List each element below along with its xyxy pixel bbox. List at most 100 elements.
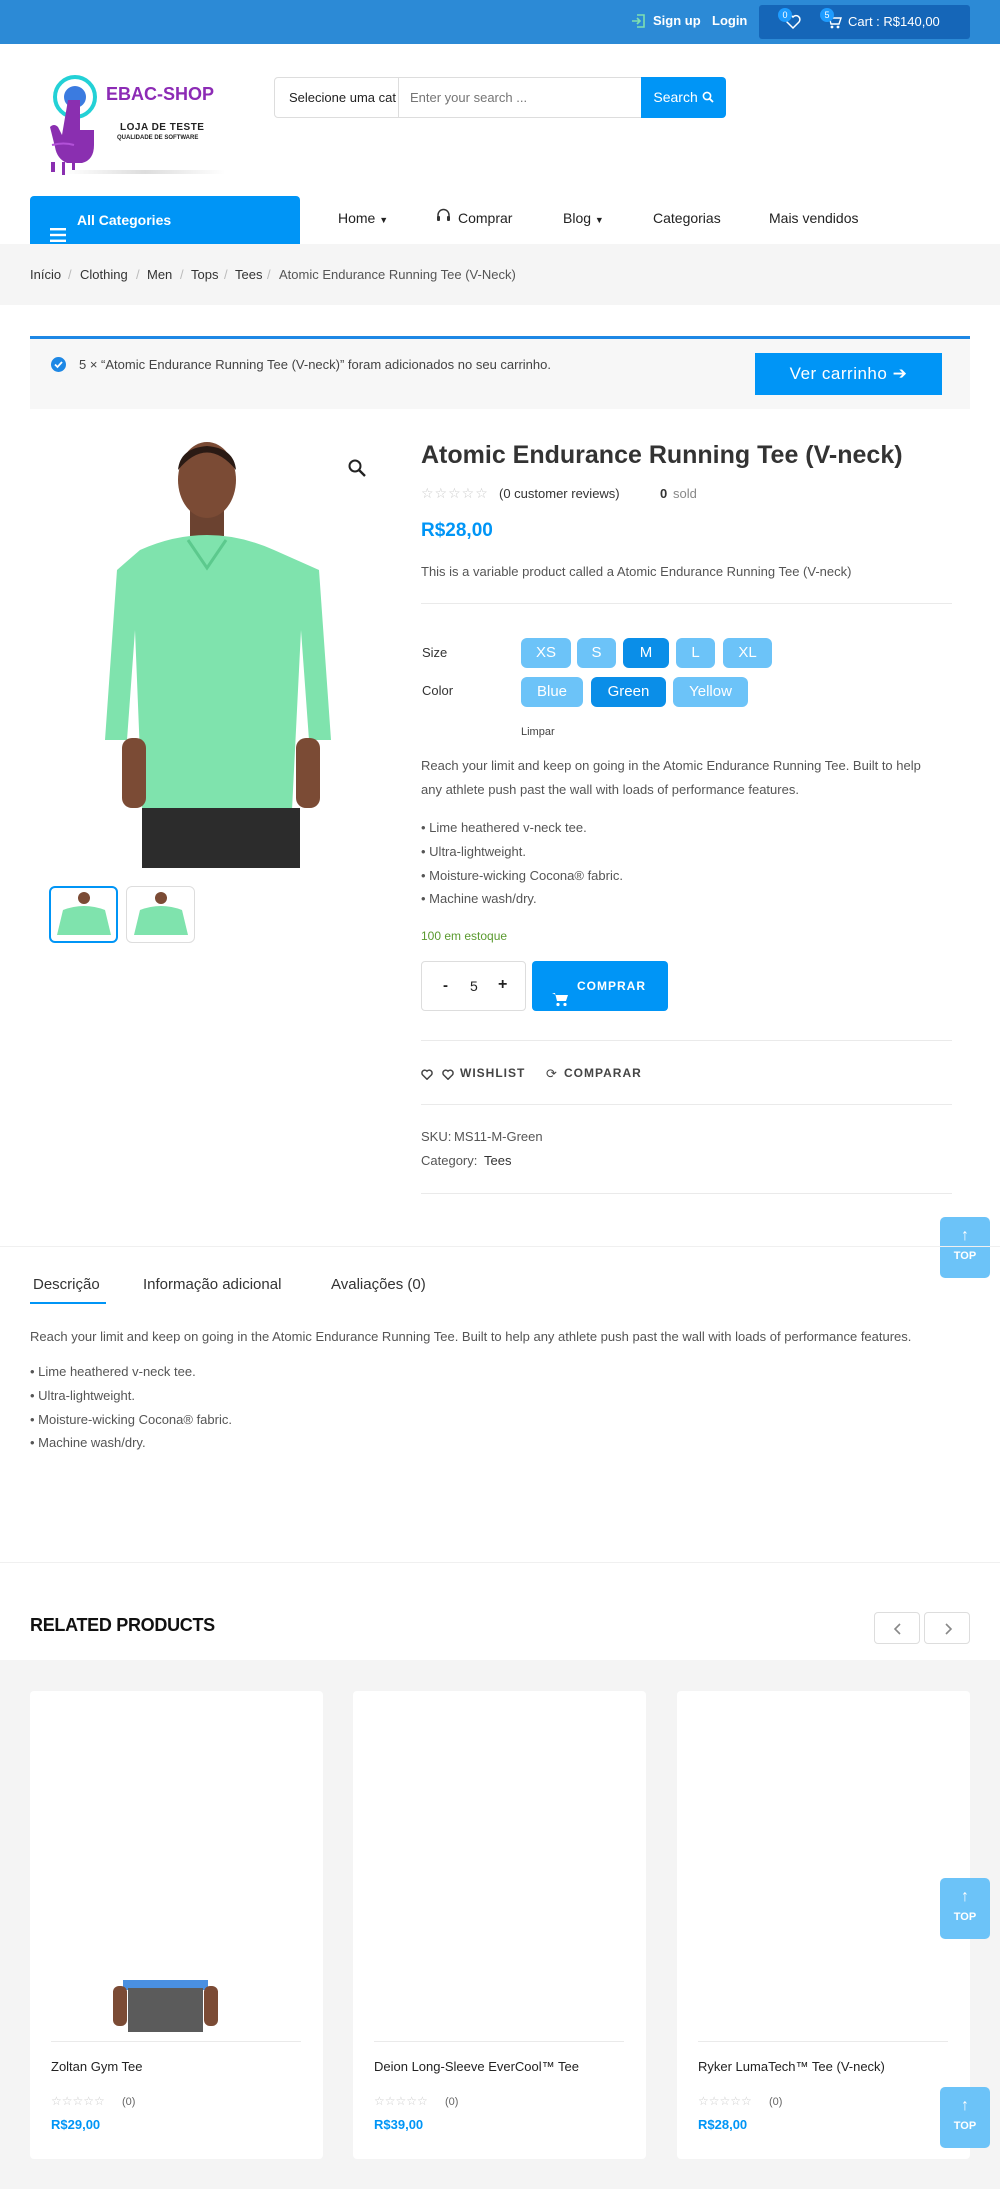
tab-description-text: Reach your limit and keep on going in th… [30,1329,912,1344]
feature-item: • Moisture-wicking Cocona® fabric. [421,868,623,883]
category-link[interactable]: Tees [484,1153,511,1168]
divider [374,2041,624,2042]
nav-blog[interactable]: Blog ▼ [563,210,604,226]
nav-home[interactable]: Home ▼ [338,210,388,226]
check-circle-icon [51,357,66,377]
breadcrumb-tees[interactable]: Tees [235,267,262,282]
product-card-image[interactable] [113,1980,218,2032]
sku-value: MS11-M-Green [454,1129,543,1144]
size-option-s[interactable]: S [577,638,616,668]
nav-categorias[interactable]: Categorias [653,210,721,226]
arrow-right-icon: ➔ [892,364,908,383]
size-option-m[interactable]: M [623,638,669,668]
tab-informacao-adicional[interactable]: Informação adicional [143,1276,281,1293]
view-cart-label: Ver carrinho [789,364,888,383]
size-option-xl[interactable]: XL [723,638,772,668]
caret-down-icon: ▼ [379,215,389,225]
nav-home-label: Home [338,210,376,226]
carousel-prev-button[interactable] [874,1612,920,1644]
quantity-stepper: - 5 + [421,961,526,1011]
product-card[interactable]: Zoltan Gym Tee ☆☆☆☆☆ (0) R$29,00 [30,1691,323,2159]
color-option-green[interactable]: Green [591,677,666,707]
color-option-yellow[interactable]: Yellow [673,677,748,707]
login-link[interactable]: Login [712,13,747,28]
sign-in-icon [631,13,647,34]
zoom-search-icon[interactable] [348,459,366,482]
search-button-label: Search [653,89,698,105]
breadcrumb-inicio[interactable]: Início [30,267,61,282]
quantity-value[interactable]: 5 [470,978,478,994]
quantity-minus-button[interactable]: - [443,977,448,994]
nav-blog-label: Blog [563,210,592,226]
divider [0,1562,1000,1563]
arrow-up-icon: ↑ [961,2097,969,2114]
add-to-cart-label: COMPRAR [577,979,646,993]
product-card-price: R$28,00 [698,2117,748,2132]
wishlist-button[interactable]: WISHLIST [460,1066,525,1080]
product-card-name[interactable]: Zoltan Gym Tee [51,2059,143,2074]
product-card-name[interactable]: Ryker LumaTech™ Tee (V-neck) [698,2059,885,2074]
refresh-icon: ⟳ [546,1066,557,1081]
back-to-top-label: TOP [953,1250,977,1262]
cart-total[interactable]: Cart : R$140,00 [848,14,940,29]
product-card[interactable]: Deion Long-Sleeve EverCool™ Tee ☆☆☆☆☆ (0… [353,1691,646,2159]
breadcrumb-separator: / [267,267,271,282]
carousel-next-button[interactable] [924,1612,970,1644]
customer-reviews-link[interactable]: (0 customer reviews) [499,486,620,501]
size-option-l[interactable]: L [676,638,715,668]
signup-link[interactable]: Sign up [653,13,701,28]
breadcrumb-clothing[interactable]: Clothing [80,267,128,282]
feature-item: • Machine wash/dry. [421,891,537,906]
cart-box[interactable]: 0 5 Cart : R$140,00 [759,5,970,39]
tab-feature-item: • Lime heathered v-neck tee. [30,1364,196,1379]
quantity-plus-button[interactable]: + [498,976,507,994]
caret-down-icon: ▼ [594,215,604,225]
logo-subtitle: LOJA DE TESTE [120,122,205,133]
search-button[interactable]: Search [641,77,726,118]
search-category-select[interactable]: Selecione uma cat [275,78,399,117]
product-card-name[interactable]: Deion Long-Sleeve EverCool™ Tee [374,2059,579,2074]
back-to-top-button[interactable]: ↑ TOP [940,1878,990,1939]
description-line: any athlete push past the wall with load… [421,782,799,797]
view-cart-button[interactable]: Ver carrinho ➔ [755,353,942,395]
heart-icon [421,1067,433,1085]
search-box: Selecione uma cat [274,77,642,118]
search-input[interactable] [400,78,640,117]
arrow-up-icon: ↑ [961,1227,969,1244]
color-label: Color [422,683,454,698]
tab-avaliacoes[interactable]: Avaliações (0) [331,1276,426,1293]
product-card-reviews: (0) [769,2096,783,2108]
nav-comprar[interactable]: Comprar [458,210,512,226]
product-image[interactable] [100,440,340,868]
breadcrumb-tops[interactable]: Tops [191,267,218,282]
product-price: R$28,00 [421,520,493,541]
sku-label: SKU: [421,1129,452,1144]
thumbnail-2[interactable] [126,886,195,943]
all-categories-button[interactable]: All Categories [30,196,300,244]
nav-mais-vendidos[interactable]: Mais vendidos [769,210,859,226]
divider [698,2041,948,2042]
back-to-top-button[interactable]: ↑ TOP [940,1217,990,1278]
compare-button[interactable]: COMPARAR [564,1066,642,1080]
back-to-top-button[interactable]: ↑ TOP [940,2087,990,2148]
chevron-right-icon [945,1623,953,1635]
back-to-top-label: TOP [953,2120,977,2132]
product-card[interactable]: Ryker LumaTech™ Tee (V-neck) ☆☆☆☆☆ (0) R… [677,1691,970,2159]
top-bar: Sign up Login 0 5 Cart : R$140,00 [0,0,1000,44]
tab-descricao[interactable]: Descrição [33,1276,100,1293]
add-to-cart-button[interactable]: COMPRAR [532,961,668,1011]
back-to-top-label: TOP [953,1911,977,1923]
cart-icon [552,978,569,1028]
breadcrumb-men[interactable]: Men [147,267,172,282]
color-option-blue[interactable]: Blue [521,677,583,707]
divider [51,2041,301,2042]
product-card-reviews: (0) [122,2096,136,2108]
clear-selection-link[interactable]: Limpar [521,726,555,738]
tab-feature-item: • Ultra-lightweight. [30,1388,135,1403]
size-option-xs[interactable]: XS [521,638,571,668]
logo-tagline: QUALIDADE DE SOFTWARE [117,135,199,141]
breadcrumb-separator: / [68,267,72,282]
cart-count-badge: 5 [820,8,834,22]
thumbnail-1[interactable] [49,886,118,943]
breadcrumb-current: Atomic Endurance Running Tee (V-Neck) [279,267,516,282]
